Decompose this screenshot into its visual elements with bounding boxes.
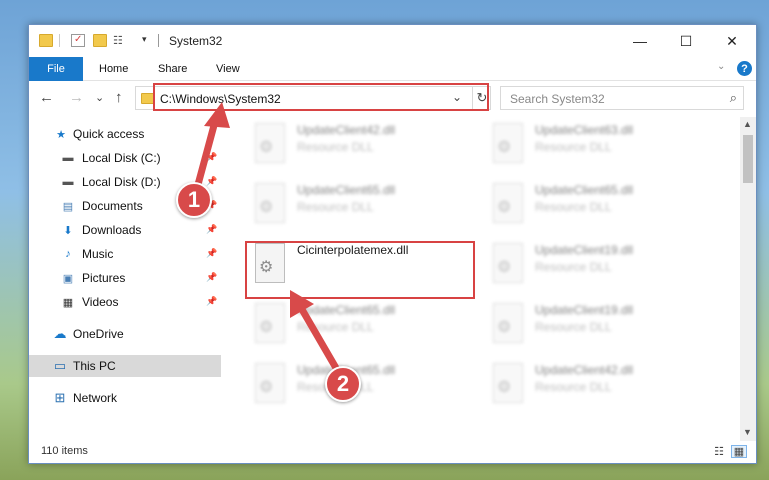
arrow-1-head xyxy=(204,102,230,128)
annotation-arrows xyxy=(192,102,340,372)
arrow-1-shaft xyxy=(192,114,220,196)
arrow-2-shaft xyxy=(296,302,340,372)
callout-2: 2 xyxy=(325,366,361,402)
callout-1: 1 xyxy=(176,182,212,218)
